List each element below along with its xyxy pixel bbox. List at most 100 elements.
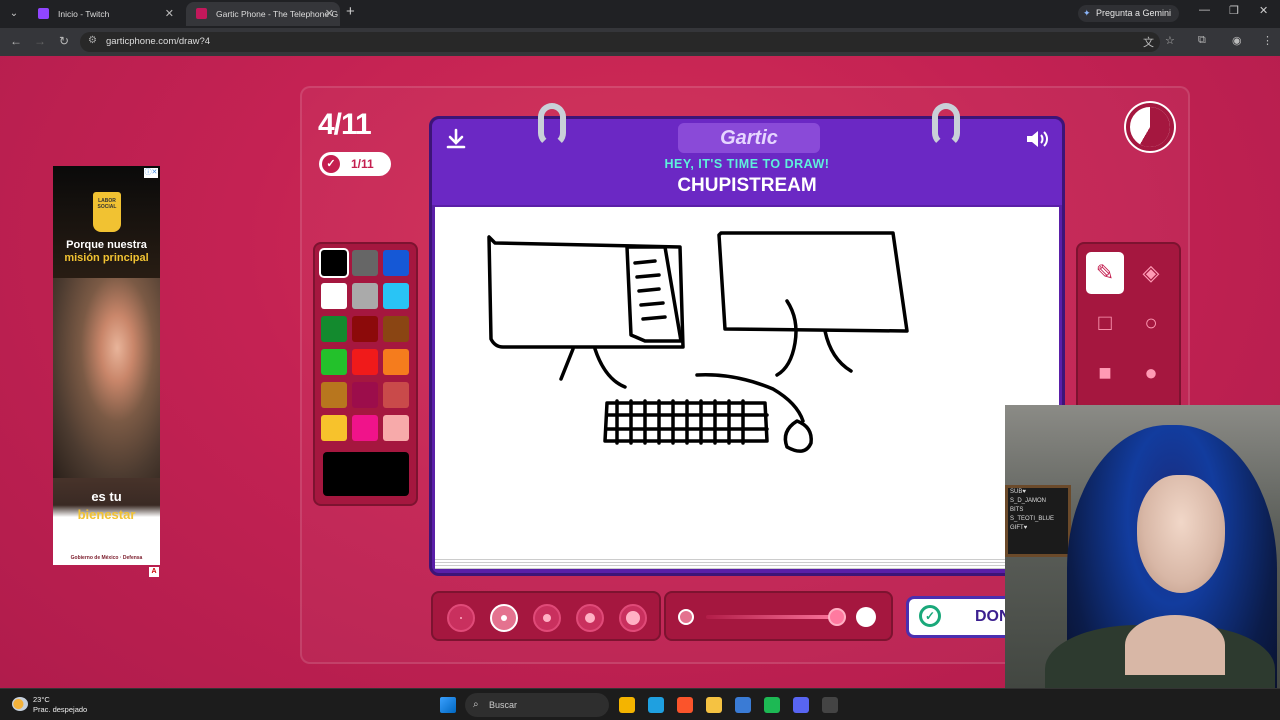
tab-twitch[interactable]: Inicio - Twitch ✕ — [28, 2, 180, 26]
brush-size-2[interactable] — [490, 604, 518, 632]
screen: ⌄ Inicio - Twitch ✕ Gartic Phone - The T… — [0, 0, 1280, 720]
players-done-count: 1/11 — [351, 157, 374, 171]
chalkboard-line: GIFT♥ — [1010, 525, 1028, 531]
webcam-overlay: SUB♥ S_D_JAMON BITS S_TEOTI_BLUE GIFT♥ — [1005, 405, 1280, 720]
adchoices-icon[interactable]: A — [149, 567, 159, 577]
opacity-handle[interactable] — [828, 608, 846, 626]
weather-widget[interactable]: 23°C Prac. despejado — [33, 695, 87, 715]
color-palette — [313, 242, 418, 506]
obs-icon[interactable] — [822, 697, 838, 713]
color-swatch[interactable] — [352, 283, 378, 309]
chalkboard-line: S_D_JAMON — [1010, 498, 1047, 504]
bookmark-star-icon[interactable]: ☆ — [1165, 34, 1175, 47]
color-swatch[interactable] — [352, 316, 378, 342]
explorer-icon[interactable] — [706, 697, 722, 713]
ad-info-icon[interactable]: ⓘ✕ — [144, 168, 158, 178]
ad-brand: Labor Social — [82, 529, 131, 538]
close-tab-icon[interactable]: ✕ — [165, 2, 174, 26]
address-bar[interactable]: ⚙ garticphone.com/draw?4 — [80, 32, 1160, 52]
drawing-canvas[interactable] — [435, 207, 1059, 557]
start-icon[interactable] — [440, 697, 456, 713]
profile-icon[interactable]: ◉ — [1232, 34, 1242, 47]
store-icon[interactable] — [735, 697, 751, 713]
menu-icon[interactable]: ⋮ — [1262, 34, 1273, 47]
color-swatch[interactable] — [352, 250, 378, 276]
rectangle-filled-tool[interactable]: ■ — [1086, 352, 1124, 394]
color-swatch[interactable] — [321, 349, 347, 375]
ad-subline: es tu bienestar — [77, 489, 136, 522]
ad-banner[interactable]: ⓘ✕ LABOR SOCIAL Porque nuestra misión pri… — [53, 166, 160, 565]
discord-icon[interactable] — [793, 697, 809, 713]
minimize-icon[interactable]: — — [1199, 4, 1210, 16]
color-swatch[interactable] — [383, 250, 409, 276]
search-icon: ⌕ — [473, 699, 479, 710]
chalkboard: SUB♥ S_D_JAMON BITS S_TEOTI_BLUE GIFT♥ — [1005, 485, 1071, 557]
brush-size-3[interactable] — [533, 604, 561, 632]
gemini-button[interactable]: ✦ Pregunta a Gemini — [1078, 5, 1180, 22]
extensions-icon[interactable]: ⧉ — [1198, 34, 1206, 47]
new-tab-button[interactable]: + — [346, 3, 355, 20]
eraser-tool[interactable]: ◈ — [1132, 252, 1170, 294]
drawing-strokes — [487, 231, 909, 453]
check-icon: ✓ — [919, 605, 941, 627]
tab-search-button[interactable]: ⌄ — [5, 5, 23, 23]
temperature: 23°C — [33, 695, 50, 704]
color-swatch[interactable] — [383, 283, 409, 309]
edge-icon[interactable] — [648, 697, 664, 713]
color-swatch[interactable] — [383, 316, 409, 342]
forward-icon[interactable]: → — [32, 34, 48, 48]
tab-gartic[interactable]: Gartic Phone - The Telephone G ✕ — [186, 2, 340, 26]
labor-social-logo: LABOR SOCIAL — [93, 192, 121, 232]
circle-outline-tool[interactable]: ○ — [1132, 302, 1170, 344]
color-swatch[interactable] — [352, 382, 378, 408]
opacity-slider-bar — [664, 591, 893, 641]
ad-headline: Porque nuestra misión principal — [64, 239, 149, 264]
weather-icon[interactable] — [12, 697, 28, 711]
pencil-tool[interactable]: ✎ — [1086, 252, 1124, 294]
current-color-preview — [323, 452, 409, 496]
color-swatch[interactable] — [352, 349, 378, 375]
chalkboard-line: BITS — [1010, 507, 1024, 513]
color-swatch[interactable] — [321, 316, 347, 342]
color-swatch[interactable] — [321, 250, 347, 276]
color-swatch[interactable] — [383, 382, 409, 408]
chrome-icon[interactable] — [619, 697, 635, 713]
ad-footer-logos: Gobierno de México · Defensa — [53, 551, 160, 565]
tab-title: Gartic Phone - The Telephone G — [216, 9, 339, 19]
opacity-high-icon — [856, 607, 876, 627]
color-swatch[interactable] — [383, 349, 409, 375]
speaker-icon[interactable] — [1024, 127, 1050, 153]
brave-icon[interactable] — [677, 697, 693, 713]
color-swatch[interactable] — [321, 382, 347, 408]
spotify-icon[interactable] — [764, 697, 780, 713]
twitch-icon — [38, 8, 49, 19]
taskbar-search[interactable]: ⌕ Buscar — [465, 693, 609, 717]
streamer-neck — [1125, 615, 1225, 675]
reload-icon[interactable]: ↻ — [56, 34, 72, 48]
restore-icon[interactable]: ❐ — [1229, 4, 1239, 17]
binder-ring-left — [538, 103, 566, 147]
color-swatch[interactable] — [321, 283, 347, 309]
search-label: Buscar — [489, 700, 518, 710]
gemini-label: Pregunta a Gemini — [1096, 8, 1172, 18]
translate-icon[interactable]: 文 — [1143, 34, 1154, 50]
brush-size-5[interactable] — [619, 604, 647, 632]
color-swatch[interactable] — [383, 415, 409, 441]
tab-title: Inicio - Twitch — [58, 9, 110, 19]
brush-size-1[interactable] — [447, 604, 475, 632]
binder-ring-right — [932, 103, 960, 147]
weather-text: Prac. despejado — [33, 705, 88, 714]
download-icon[interactable] — [444, 127, 470, 153]
rectangle-outline-tool[interactable]: □ — [1086, 302, 1124, 344]
back-icon[interactable]: ← — [8, 34, 24, 48]
site-info-icon[interactable]: ⚙ — [88, 35, 97, 46]
opacity-track[interactable] — [706, 615, 846, 619]
circle-filled-tool[interactable]: ● — [1132, 352, 1170, 394]
color-swatch[interactable] — [352, 415, 378, 441]
opacity-low-icon — [678, 609, 694, 625]
color-swatch[interactable] — [321, 415, 347, 441]
brush-size-bar — [431, 591, 661, 641]
close-tab-icon[interactable]: ✕ — [325, 2, 334, 26]
brush-size-4[interactable] — [576, 604, 604, 632]
close-window-icon[interactable]: ✕ — [1259, 4, 1268, 17]
